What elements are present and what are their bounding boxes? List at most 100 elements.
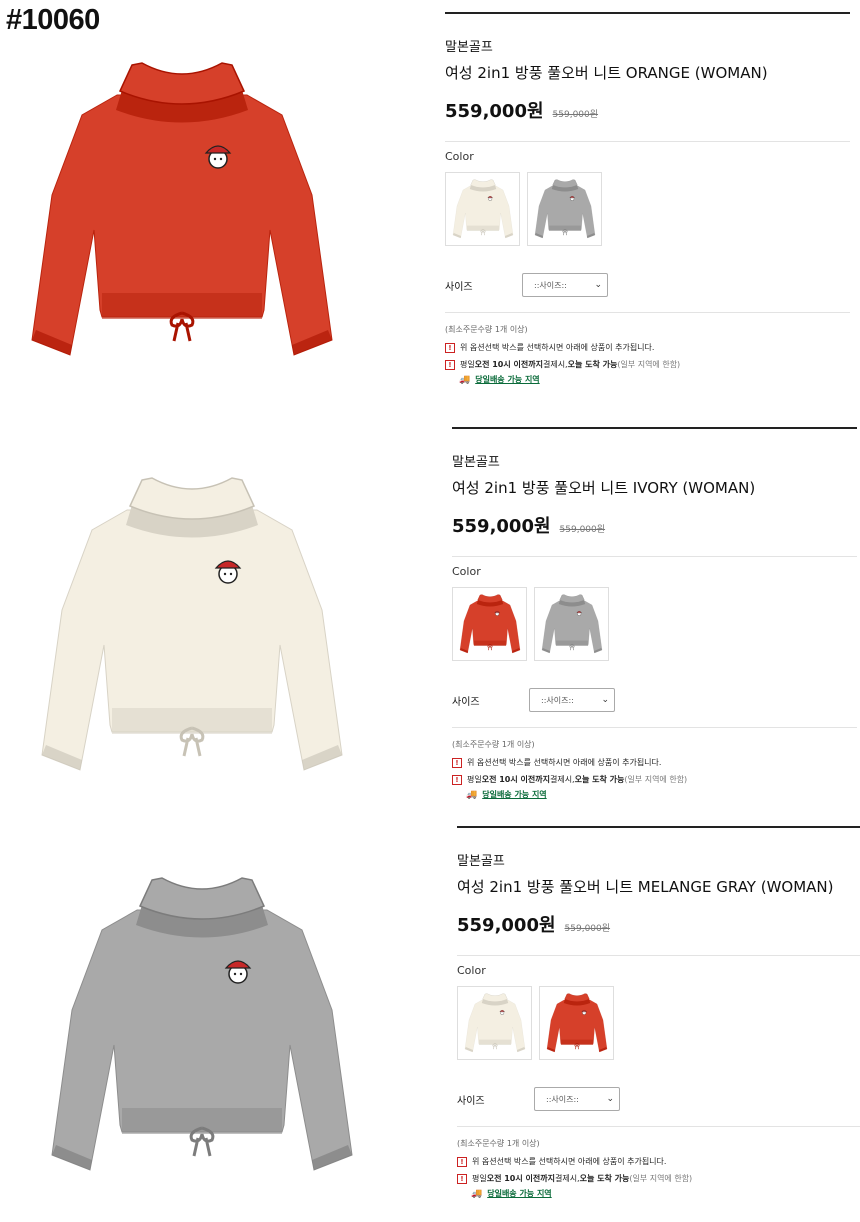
notice-bold-2: 오늘 도착 가능 xyxy=(567,360,618,369)
truck-icon: 🚚 xyxy=(466,789,478,800)
option-notice: ! 위 옵션선택 박스를 선택하시면 아래에 상품이 추가됩니다. xyxy=(457,1155,860,1168)
color-label: Color xyxy=(457,964,486,977)
color-swatch-orange[interactable] xyxy=(452,587,527,661)
color-swatch-gray[interactable] xyxy=(534,587,609,661)
sweater-thumb xyxy=(534,179,595,239)
product-title: 여성 2in1 방풍 풀오버 니트 IVORY (WOMAN) xyxy=(452,479,756,497)
delivery-notice: ! 평일 오전 10시 이전까지 결제시, 오늘 도착 가능 (일부 지역에 한… xyxy=(452,773,857,786)
divider xyxy=(445,141,850,142)
divider xyxy=(452,427,857,429)
original-price: 559,000원 xyxy=(559,525,606,535)
notice-sub: (일부 지역에 한함) xyxy=(624,775,688,784)
color-swatch-gray[interactable] xyxy=(527,172,602,246)
option-notice: ! 위 옵션선택 박스를 선택하시면 아래에 상품이 추가됩니다. xyxy=(452,756,857,769)
sweater-thumb xyxy=(452,179,513,239)
product-photo-orange xyxy=(22,55,342,365)
brand-name: 말본골프 xyxy=(445,40,493,55)
sweater-thumb xyxy=(464,993,525,1053)
divider xyxy=(457,826,860,828)
chevron-down-icon: ⌄ xyxy=(594,280,602,290)
product-panel-orange: 말본골프 여성 2in1 방풍 풀오버 니트 ORANGE (WOMAN) 55… xyxy=(445,12,850,385)
size-select[interactable]: ::사이즈:: ⌄ xyxy=(529,688,615,712)
notice-text: 위 옵션선택 박스를 선택하시면 아래에 상품이 추가됩니다. xyxy=(460,343,655,352)
size-select-value: ::사이즈:: xyxy=(541,695,574,705)
sweater-illustration xyxy=(41,477,343,771)
min-quantity: (최소주문수량 1개 이상) xyxy=(445,325,528,334)
color-swatch-ivory[interactable] xyxy=(457,986,532,1060)
divider xyxy=(452,727,857,728)
color-swatches xyxy=(445,172,850,246)
delivery-area-row: 🚚 당일배송 가능 지역 xyxy=(457,1188,860,1199)
size-select-value: ::사이즈:: xyxy=(534,280,567,290)
notice-text-2: 결제시, xyxy=(554,1174,580,1183)
original-price: 559,000원 xyxy=(552,110,599,120)
original-price: 559,000원 xyxy=(564,924,611,934)
notice-text-1: 평일 xyxy=(467,775,482,784)
color-swatches xyxy=(452,587,857,661)
size-row: 사이즈 ::사이즈:: ⌄ xyxy=(457,1086,860,1112)
notice-bold-1: 오전 10시 이전까지 xyxy=(481,775,550,784)
size-label: 사이즈 xyxy=(445,281,473,293)
delivery-notice: ! 평일 오전 10시 이전까지 결제시, 오늘 도착 가능 (일부 지역에 한… xyxy=(457,1172,860,1185)
product-photo-gray xyxy=(42,870,362,1180)
size-label: 사이즈 xyxy=(457,1095,485,1107)
notice-text: 위 옵션선택 박스를 선택하시면 아래에 상품이 추가됩니다. xyxy=(467,758,662,767)
sale-price: 559,000원 xyxy=(445,101,544,122)
sweater-thumb xyxy=(541,594,602,654)
post-id: #10060 xyxy=(6,4,100,36)
sale-price: 559,000원 xyxy=(452,516,551,537)
notice-text-1: 평일 xyxy=(472,1174,487,1183)
size-label: 사이즈 xyxy=(452,696,480,708)
delivery-area-link[interactable]: 당일배송 가능 지역 xyxy=(482,789,546,800)
divider xyxy=(457,955,860,956)
product-photo-ivory xyxy=(32,470,352,780)
warning-icon: ! xyxy=(457,1156,467,1167)
brand-name: 말본골프 xyxy=(452,455,500,470)
min-quantity: (최소주문수량 1개 이상) xyxy=(452,740,535,749)
price-row: 559,000원 559,000원 xyxy=(457,911,860,936)
delivery-area-link[interactable]: 당일배송 가능 지역 xyxy=(487,1188,551,1199)
notice-bold-1: 오전 10시 이전까지 xyxy=(474,360,543,369)
sweater-thumb xyxy=(546,993,607,1053)
notice-text: 위 옵션선택 박스를 선택하시면 아래에 상품이 추가됩니다. xyxy=(472,1157,667,1166)
color-label: Color xyxy=(445,150,474,163)
delivery-area-link[interactable]: 당일배송 가능 지역 xyxy=(475,374,539,385)
delivery-notice: ! 평일 오전 10시 이전까지 결제시, 오늘 도착 가능 (일부 지역에 한… xyxy=(445,358,850,371)
delivery-area-row: 🚚 당일배송 가능 지역 xyxy=(445,374,850,385)
color-swatch-ivory[interactable] xyxy=(445,172,520,246)
delivery-area-row: 🚚 당일배송 가능 지역 xyxy=(452,789,857,800)
notice-bold-2: 오늘 도착 가능 xyxy=(574,775,625,784)
size-row: 사이즈 ::사이즈:: ⌄ xyxy=(445,272,850,298)
color-label: Color xyxy=(452,565,481,578)
divider xyxy=(457,1126,860,1127)
price-row: 559,000원 559,000원 xyxy=(452,512,857,537)
size-select-value: ::사이즈:: xyxy=(546,1094,579,1104)
product-panel-ivory: 말본골프 여성 2in1 방풍 풀오버 니트 IVORY (WOMAN) 559… xyxy=(452,427,857,800)
product-panel-gray: 말본골프 여성 2in1 방풍 풀오버 니트 MELANGE GRAY (WOM… xyxy=(457,826,860,1199)
color-swatch-orange[interactable] xyxy=(539,986,614,1060)
notice-bold-1: 오전 10시 이전까지 xyxy=(486,1174,555,1183)
warning-icon: ! xyxy=(452,757,462,768)
option-notice: ! 위 옵션선택 박스를 선택하시면 아래에 상품이 추가됩니다. xyxy=(445,341,850,354)
sweater-illustration xyxy=(31,62,333,356)
warning-icon: ! xyxy=(452,774,462,785)
product-title: 여성 2in1 방풍 풀오버 니트 ORANGE (WOMAN) xyxy=(445,64,768,82)
divider xyxy=(445,12,850,14)
notice-text-1: 평일 xyxy=(460,360,475,369)
truck-icon: 🚚 xyxy=(459,374,471,385)
warning-icon: ! xyxy=(445,342,455,353)
color-swatches xyxy=(457,986,860,1060)
size-select[interactable]: ::사이즈:: ⌄ xyxy=(534,1087,620,1111)
notice-bold-2: 오늘 도착 가능 xyxy=(579,1174,630,1183)
price-row: 559,000원 559,000원 xyxy=(445,97,850,122)
notice-text-2: 결제시, xyxy=(549,775,575,784)
sweater-thumb xyxy=(459,594,520,654)
sale-price: 559,000원 xyxy=(457,915,556,936)
size-select[interactable]: ::사이즈:: ⌄ xyxy=(522,273,608,297)
notice-text-2: 결제시, xyxy=(542,360,568,369)
divider xyxy=(452,556,857,557)
truck-icon: 🚚 xyxy=(471,1188,483,1199)
notice-sub: (일부 지역에 한함) xyxy=(617,360,681,369)
sweater-illustration xyxy=(51,877,353,1171)
chevron-down-icon: ⌄ xyxy=(601,695,609,705)
